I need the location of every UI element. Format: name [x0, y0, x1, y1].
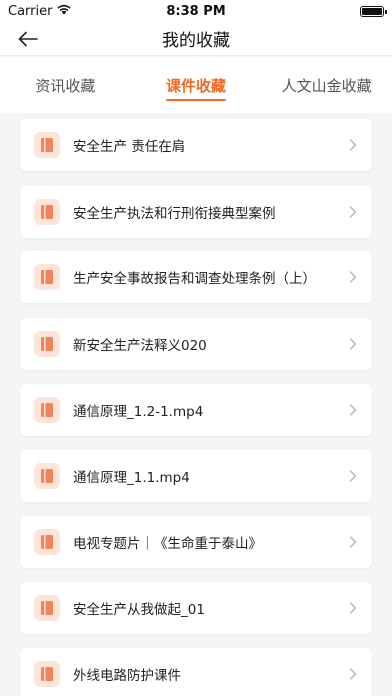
list-item[interactable]: 电视专题片｜《生命重于泰山》	[20, 516, 372, 568]
tab-label: 资讯收藏	[35, 76, 96, 95]
page-title: 我的收藏	[162, 31, 230, 51]
arrow-left-icon	[18, 31, 38, 47]
list-item[interactable]: 安全生产从我做起_01	[20, 582, 372, 634]
list-item[interactable]: 安全生产执法和行刑衔接典型案例	[20, 186, 372, 238]
chevron-right-icon	[346, 469, 360, 483]
back-button[interactable]	[14, 26, 42, 52]
book-icon	[34, 132, 60, 158]
status-left: Carrier	[8, 3, 72, 19]
tab-bar: 资讯收藏 课件收藏 人文山金收藏	[0, 57, 392, 113]
item-title: 生产安全事故报告和调查处理条例（上）	[73, 271, 316, 287]
book-icon	[34, 199, 60, 225]
book-icon	[34, 661, 60, 687]
list-item[interactable]: 安全生产 责任在肩	[20, 119, 372, 171]
tab-news-favorites[interactable]: 资讯收藏	[0, 57, 131, 113]
chevron-right-icon	[346, 601, 360, 615]
item-title: 电视专题片｜《生命重于泰山》	[73, 536, 262, 552]
chevron-right-icon	[346, 535, 360, 549]
tab-culture-favorites[interactable]: 人文山金收藏	[261, 57, 392, 113]
item-title: 安全生产从我做起_01	[73, 602, 205, 618]
book-icon	[34, 463, 60, 489]
item-title: 新安全生产法释义020	[73, 338, 207, 354]
book-icon	[34, 529, 60, 555]
nav-bar: 我的收藏	[0, 22, 392, 56]
list-item[interactable]: 外线电路防护课件	[20, 648, 372, 696]
status-bar: Carrier 8:38 PM	[0, 0, 392, 22]
chevron-right-icon	[346, 270, 360, 284]
wifi-icon	[56, 3, 72, 19]
tab-courseware-favorites[interactable]: 课件收藏	[131, 57, 262, 113]
item-title: 通信原理_1.1.mp4	[73, 470, 190, 486]
book-icon	[34, 397, 60, 423]
chevron-right-icon	[346, 205, 360, 219]
list-item[interactable]: 通信原理_1.2-1.mp4	[20, 384, 372, 436]
list-item[interactable]: 生产安全事故报告和调查处理条例（上）	[20, 251, 372, 303]
item-title: 外线电路防护课件	[73, 668, 181, 684]
carrier-label: Carrier	[8, 3, 53, 19]
book-icon	[34, 595, 60, 621]
book-icon	[34, 331, 60, 357]
item-title: 安全生产执法和行刑衔接典型案例	[73, 206, 276, 222]
favorites-list: 安全生产 责任在肩 安全生产执法和行刑衔接典型案例 生产安全事故报告和调查处理条…	[0, 117, 392, 696]
book-icon	[34, 264, 60, 290]
battery-icon	[360, 5, 387, 17]
tab-label: 课件收藏	[166, 76, 227, 95]
chevron-right-icon	[346, 337, 360, 351]
item-title: 通信原理_1.2-1.mp4	[73, 404, 204, 420]
chevron-right-icon	[346, 138, 360, 152]
chevron-right-icon	[346, 403, 360, 417]
item-title: 安全生产 责任在肩	[73, 139, 186, 155]
active-tab-indicator	[166, 99, 226, 101]
list-item[interactable]: 通信原理_1.1.mp4	[20, 450, 372, 502]
chevron-right-icon	[346, 667, 360, 681]
tab-label: 人文山金收藏	[281, 76, 372, 95]
list-item[interactable]: 新安全生产法释义020	[20, 318, 372, 370]
